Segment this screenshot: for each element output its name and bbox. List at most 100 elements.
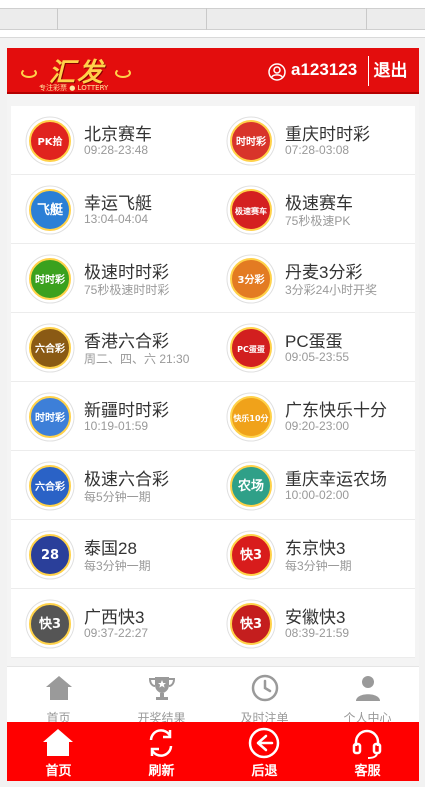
lottery-icon-label: 时时彩: [236, 135, 266, 148]
lottery-item[interactable]: 快3 东京快3 每3分钟一期: [212, 520, 412, 589]
lottery-time: 13:04-04:04: [84, 212, 149, 226]
lottery-item[interactable]: 3分彩 丹麦3分彩 3分彩24小时开奖: [212, 244, 412, 313]
lottery-icon-label: 快3: [39, 616, 61, 632]
lottery-time: 每3分钟一期: [285, 559, 352, 573]
lottery-name: 广西快3: [84, 608, 145, 627]
tokyo-k3-icon: 快3: [226, 530, 276, 580]
lottery-time: 10:00-02:00: [285, 488, 350, 502]
bottom-nav-label: 客服: [354, 763, 381, 778]
lottery-icon-label: 快3: [240, 547, 262, 563]
logout-button[interactable]: 退出: [368, 56, 412, 86]
lottery-name: 香港六合彩: [84, 332, 169, 351]
tab-divider: [57, 8, 58, 30]
logo-swirl-left: [21, 68, 37, 78]
lottery-name: 极速六合彩: [84, 470, 169, 489]
anhui-k3-icon: 快3: [226, 599, 276, 649]
logo-swirl-right: [115, 68, 131, 78]
lottery-time: 每3分钟一期: [84, 559, 151, 573]
tab-divider: [206, 8, 207, 30]
guangxi-k3-icon: 快3: [25, 599, 75, 649]
lottery-name: 重庆时时彩: [285, 125, 370, 144]
tab-divider: [366, 8, 367, 30]
lottery-item[interactable]: 时时彩 极速时时彩 75秒极速时时彩: [11, 244, 211, 313]
lottery-row: 飞艇 幸运飞艇 13:04-04:04 极速赛车 极速赛车 75秒极速PK: [11, 175, 415, 244]
lottery-item[interactable]: 快3 安徽快3 08:39-21:59: [212, 589, 412, 658]
ssc-icon: 时时彩: [226, 116, 276, 166]
lottery-time: 07:28-03:08: [285, 143, 350, 157]
bottom-nav: 首页 刷新 后退 客服: [7, 722, 419, 781]
tab-trophy[interactable]: 开奖结果: [110, 667, 213, 725]
browser-chrome: [0, 0, 425, 38]
brand-logo[interactable]: 汇发 专注彩票 ● LOTTERY: [21, 52, 131, 92]
user-icon[interactable]: [268, 63, 286, 81]
back-icon: [248, 727, 280, 759]
lottery-item[interactable]: 飞艇 幸运飞艇 13:04-04:04: [11, 175, 211, 244]
lottery-time: 75秒极速时时彩: [84, 283, 170, 297]
bottom-nav-home[interactable]: 首页: [7, 722, 110, 781]
logo-subtitle: 专注彩票 ● LOTTERY: [39, 84, 109, 92]
lottery-name: 极速赛车: [285, 194, 353, 213]
bottom-nav-label: 首页: [45, 763, 72, 778]
bottom-nav-headset[interactable]: 客服: [316, 722, 419, 781]
tab-home[interactable]: 首页: [7, 667, 110, 725]
lottery-icon-label: PK拾: [37, 135, 62, 148]
lottery-name: 幸运飞艇: [84, 194, 152, 213]
bottom-nav-refresh[interactable]: 刷新: [110, 722, 213, 781]
lottery-item[interactable]: 六合彩 极速六合彩 每5分钟一期: [11, 451, 211, 520]
lottery-time: 周二、四、六 21:30: [84, 352, 190, 366]
lottery-row: 六合彩 香港六合彩 周二、四、六 21:30 PC蛋蛋 PC蛋蛋 09:05-23:55: [11, 313, 415, 382]
lottery-icon-label: PC蛋蛋: [237, 345, 265, 354]
lottery-row: 六合彩 极速六合彩 每5分钟一期 农场 重庆幸运农场 10:00-02:00: [11, 451, 415, 520]
home-icon: [46, 676, 72, 700]
lottery-icon-label: 时时彩: [35, 273, 65, 286]
lottery-item[interactable]: 28 泰国28 每3分钟一期: [11, 520, 211, 589]
cq-farm-icon: 农场: [226, 461, 276, 511]
headset-icon: [352, 729, 382, 759]
lottery-row: 28 泰国28 每3分钟一期 快3 东京快3 每3分钟一期: [11, 520, 415, 589]
app-frame: 汇发 专注彩票 ● LOTTERY a123123 退出 PK拾 北京赛车 09:2…: [7, 48, 419, 781]
lottery-name: 东京快3: [285, 539, 346, 558]
lottery-name: 新疆时时彩: [84, 401, 169, 420]
bottom-nav-label: 刷新: [148, 763, 175, 778]
pc-egg-icon: PC蛋蛋: [226, 323, 276, 373]
lottery-icon-label: 28: [41, 548, 59, 563]
lottery-time: 09:28-23:48: [84, 143, 149, 157]
gd-happy10-icon: 快乐10分: [226, 392, 276, 442]
airship-icon: 飞艇: [25, 185, 75, 235]
lottery-item[interactable]: PK拾 北京赛车 09:28-23:48: [11, 106, 211, 175]
denmark-3min-icon: 3分彩: [226, 254, 276, 304]
lottery-item[interactable]: 六合彩 香港六合彩 周二、四、六 21:30: [11, 313, 211, 382]
lottery-list: PK拾 北京赛车 09:28-23:48 时时彩 重庆时时彩 07:28-03:08 飞艇 幸…: [11, 106, 415, 658]
lottery-row: 时时彩 极速时时彩 75秒极速时时彩 3分彩 丹麦3分彩 3分彩24小时开奖: [11, 244, 415, 313]
speed-ssc-icon: 时时彩: [25, 254, 75, 304]
lottery-time: 75秒极速PK: [285, 214, 351, 228]
lottery-time: 08:39-21:59: [285, 626, 350, 640]
person-icon: [356, 676, 380, 701]
lottery-icon-label: 极速赛车: [235, 206, 267, 216]
lottery-item[interactable]: 快3 广西快3 09:37-22:27: [11, 589, 211, 658]
username[interactable]: a123123: [291, 60, 357, 80]
lottery-item[interactable]: 极速赛车 极速赛车 75秒极速PK: [212, 175, 412, 244]
lottery-name: 北京赛车: [84, 125, 152, 144]
bottom-nav-back[interactable]: 后退: [213, 722, 316, 781]
bottom-nav-label: 后退: [251, 763, 278, 778]
lottery-item[interactable]: 时时彩 新疆时时彩 10:19-01:59: [11, 382, 211, 451]
lottery-icon-label: 3分彩: [238, 273, 265, 286]
lottery-name: 重庆幸运农场: [285, 470, 387, 489]
tab-person[interactable]: 个人中心: [316, 667, 419, 725]
lottery-time: 09:20-23:00: [285, 419, 350, 433]
lottery-item[interactable]: 农场 重庆幸运农场 10:00-02:00: [212, 451, 412, 520]
lottery-item[interactable]: PC蛋蛋 PC蛋蛋 09:05-23:55: [212, 313, 412, 382]
lottery-icon-label: 快乐10分: [233, 413, 268, 423]
lottery-icon-label: 六合彩: [35, 342, 65, 355]
lottery-name: PC蛋蛋: [285, 332, 343, 351]
lottery-time: 09:05-23:55: [285, 350, 350, 364]
tab-clock[interactable]: 及时注单: [213, 667, 316, 725]
thailand28-icon: 28: [25, 530, 75, 580]
browser-tab-strip: [0, 8, 425, 30]
lottery-item[interactable]: 时时彩 重庆时时彩 07:28-03:08: [212, 106, 412, 175]
speed-racing-icon: 极速赛车: [226, 185, 276, 235]
hk-marksix-icon: 六合彩: [25, 323, 75, 373]
speed-marksix-icon: 六合彩: [25, 461, 75, 511]
lottery-item[interactable]: 快乐10分 广东快乐十分 09:20-23:00: [212, 382, 412, 451]
